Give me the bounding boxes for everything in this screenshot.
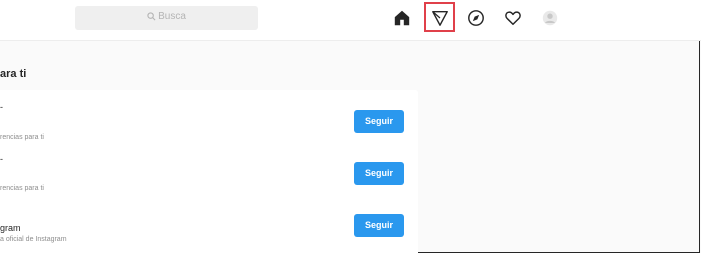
list-item: - rencias para ti Seguir [0,90,418,142]
suggestion-name[interactable]: - [0,102,3,112]
search-placeholder: Busca [75,11,258,22]
suggestion-name[interactable]: - [0,154,3,164]
suggestions-card: - rencias para ti Seguir - rencias para … [0,90,418,253]
suggestions-title: ara ti [0,68,27,80]
explore-icon[interactable] [466,8,486,28]
home-icon[interactable] [392,8,412,28]
follow-button[interactable]: Seguir [354,214,404,237]
suggestion-subtitle: rencias para ti [0,134,44,141]
search-icon [147,12,156,21]
suggestion-name[interactable]: gram [0,223,21,233]
suggestion-subtitle: a oficial de Instagram [0,236,67,243]
follow-button[interactable]: Seguir [354,110,404,133]
heart-icon[interactable] [503,8,523,28]
list-item: - rencias para ti Seguir [0,142,418,194]
search-input[interactable]: Busca [75,6,258,30]
follow-button[interactable]: Seguir [354,162,404,185]
suggestion-subtitle: rencias para ti [0,185,44,192]
list-item: gram a oficial de Instagram Seguir [0,194,418,246]
avatar-icon[interactable] [540,8,560,28]
top-navigation-bar: Busca [0,0,701,41]
direct-icon[interactable] [430,8,450,28]
